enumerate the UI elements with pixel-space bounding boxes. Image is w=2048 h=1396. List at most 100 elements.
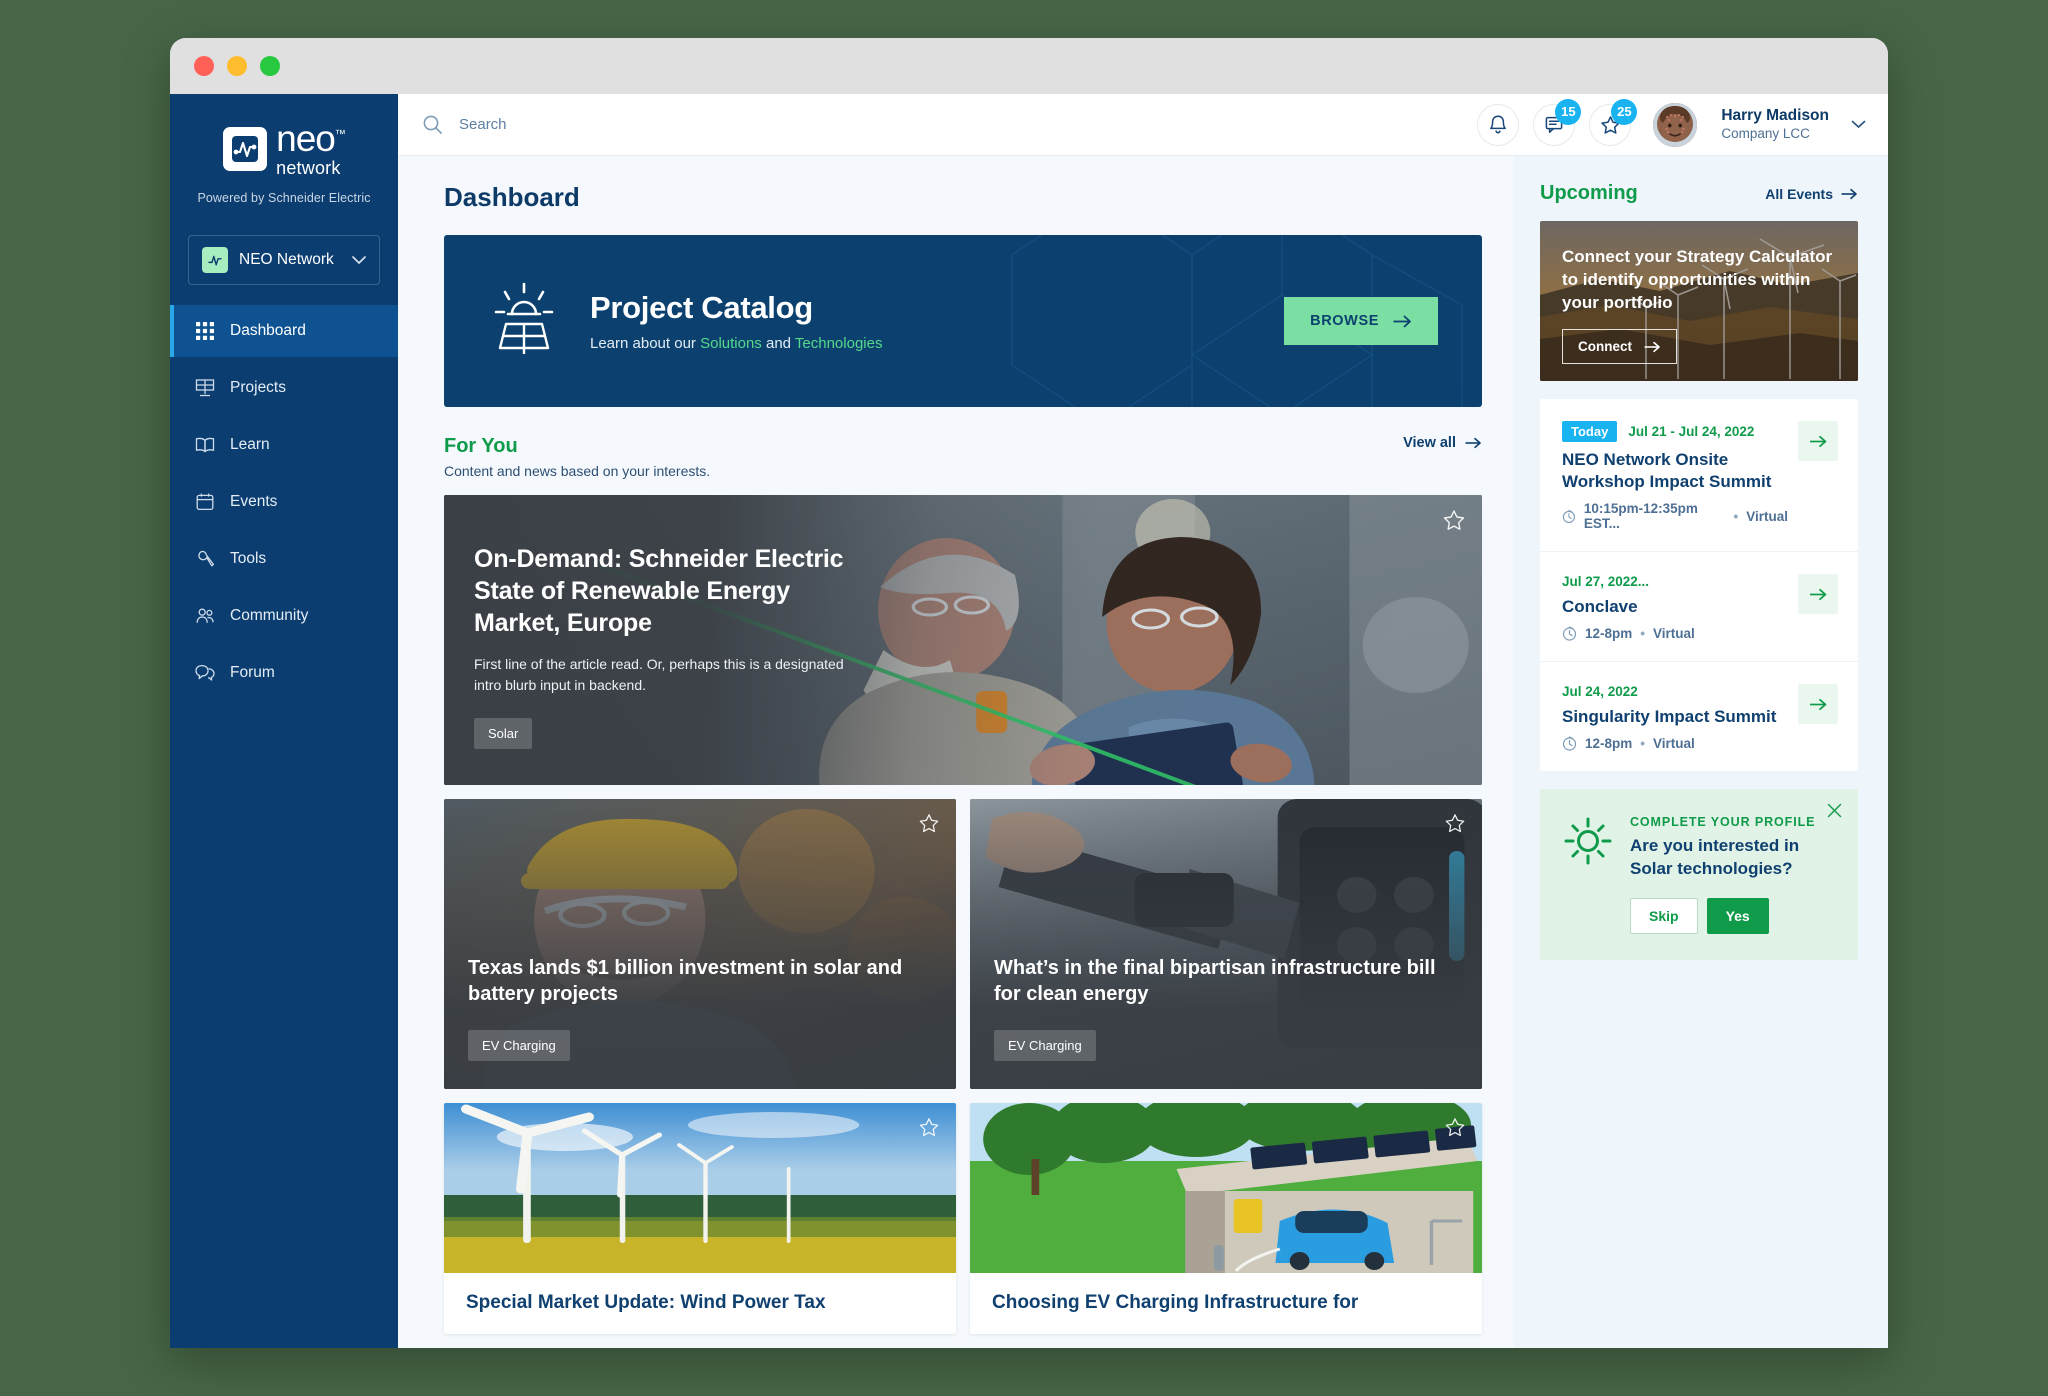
article-card[interactable]: Special Market Update: Wind Power Tax xyxy=(444,1103,956,1334)
promo-text-block: Connect your Strategy Calculator to iden… xyxy=(1562,245,1840,365)
event-item[interactable]: Jul 24, 2022 Singularity Impact Summit 1… xyxy=(1540,662,1858,771)
article-bookmark-button[interactable] xyxy=(1444,1117,1466,1143)
sidebar-item-events[interactable]: Events xyxy=(170,476,398,528)
sidebar-item-tools[interactable]: Tools xyxy=(170,533,398,585)
browse-button[interactable]: BROWSE xyxy=(1284,297,1438,345)
logo[interactable]: neo™ network xyxy=(180,120,388,177)
sidebar-item-forum[interactable]: Forum xyxy=(170,647,398,699)
event-location: Virtual xyxy=(1653,736,1695,752)
article-text-block: Choosing EV Charging Infrastructure for xyxy=(970,1273,1482,1334)
clock-icon xyxy=(1562,736,1577,751)
avatar[interactable] xyxy=(1653,102,1698,147)
event-separator: • xyxy=(1733,508,1739,524)
all-events-link[interactable]: All Events xyxy=(1765,186,1858,202)
arrow-right-icon xyxy=(1393,315,1411,327)
wrench-icon xyxy=(194,548,216,570)
user-menu-chevron-down-icon[interactable] xyxy=(1851,120,1866,129)
event-go-button[interactable] xyxy=(1798,574,1838,615)
event-go-button[interactable] xyxy=(1798,684,1838,725)
article-text-block: What’s in the final bipartisan infrastru… xyxy=(994,955,1442,1061)
event-item[interactable]: Today Jul 21 - Jul 24, 2022 NEO Network … xyxy=(1540,399,1858,553)
event-location: Virtual xyxy=(1746,508,1788,524)
sidebar-item-community[interactable]: Community xyxy=(170,590,398,642)
event-date-row: Jul 24, 2022 xyxy=(1562,684,1788,699)
arrow-right-icon xyxy=(1809,698,1826,710)
article-title: Choosing EV Charging Infrastructure for xyxy=(992,1292,1359,1313)
event-name: NEO Network Onsite Workshop Impact Summi… xyxy=(1562,450,1772,492)
network-selector[interactable]: NEO Network xyxy=(188,235,380,285)
hero-text-block: On-Demand: Schneider Electric State of R… xyxy=(474,543,844,749)
dashboard-content: Dashboard Project Catalog Learn about ou… xyxy=(398,156,1514,1348)
powered-by-text: Powered by Schneider Electric xyxy=(197,191,371,205)
arrow-right-icon xyxy=(1809,588,1826,600)
messages-button[interactable]: 15 xyxy=(1533,98,1582,146)
for-you-subtitle: Content and news based on your interests… xyxy=(444,463,711,479)
browse-button-label: BROWSE xyxy=(1310,313,1379,329)
neo-logo-mark-icon xyxy=(223,126,268,171)
article-title: Texas lands $1 billion investment in sol… xyxy=(468,956,903,1006)
window-titlebar xyxy=(170,38,1888,94)
notifications-button[interactable] xyxy=(1477,103,1520,146)
grid-icon xyxy=(194,320,216,342)
app-window: neo™ network Powered by Schneider Electr… xyxy=(170,38,1888,1348)
article-bookmark-button[interactable] xyxy=(918,1117,940,1143)
event-meta: 10:15pm-12:35pm EST... • Virtual xyxy=(1562,501,1788,531)
strategy-calculator-promo[interactable]: Connect your Strategy Calculator to iden… xyxy=(1540,221,1858,381)
arrow-right-icon xyxy=(1809,435,1826,447)
hero-article-card[interactable]: On-Demand: Schneider Electric State of R… xyxy=(444,495,1482,785)
logo-tm: ™ xyxy=(334,128,346,141)
profile-prompt-label: COMPLETE YOUR PROFILE xyxy=(1630,815,1816,830)
search-container[interactable] xyxy=(422,114,1477,135)
clock-icon xyxy=(1562,509,1575,523)
sidebar-item-label: Learn xyxy=(230,436,270,453)
messages-badge: 15 xyxy=(1555,98,1582,125)
technologies-link[interactable]: Technologies xyxy=(795,335,883,352)
event-time: 12-8pm xyxy=(1585,626,1633,642)
connect-button[interactable]: Connect xyxy=(1562,329,1677,365)
hero-tag: Solar xyxy=(474,718,533,749)
article-card[interactable]: What’s in the final bipartisan infrastru… xyxy=(970,799,1482,1089)
event-go-button[interactable] xyxy=(1798,421,1838,461)
sidebar-item-learn[interactable]: Learn xyxy=(170,419,398,471)
solutions-link[interactable]: Solutions xyxy=(700,335,762,352)
arrow-right-icon xyxy=(1841,188,1857,199)
article-bookmark-button[interactable] xyxy=(1444,813,1466,839)
favorites-button[interactable]: 25 xyxy=(1589,98,1638,146)
event-location: Virtual xyxy=(1653,626,1695,642)
article-card[interactable]: Texas lands $1 billion investment in sol… xyxy=(444,799,956,1089)
user-info[interactable]: Harry Madison Company LCC xyxy=(1721,106,1829,142)
search-input[interactable] xyxy=(459,116,779,133)
article-bookmark-button[interactable] xyxy=(918,813,940,839)
article-card-photo xyxy=(444,1103,956,1273)
network-badge-icon xyxy=(202,247,228,273)
sidebar-item-label: Dashboard xyxy=(230,322,306,339)
close-icon xyxy=(1827,804,1842,818)
event-name: Conclave xyxy=(1562,597,1638,617)
left-sidebar: neo™ network Powered by Schneider Electr… xyxy=(170,94,398,1348)
close-profile-card-button[interactable] xyxy=(1827,803,1842,823)
yes-button[interactable]: Yes xyxy=(1706,898,1769,935)
banner-text-block: Project Catalog Learn about our Solution… xyxy=(590,290,882,352)
event-date: Jul 27, 2022... xyxy=(1562,574,1650,590)
view-all-link[interactable]: View all xyxy=(1403,435,1482,451)
skip-button[interactable]: Skip xyxy=(1630,898,1698,935)
star-outline-icon xyxy=(1445,1118,1465,1137)
article-tag: EV Charging xyxy=(994,1030,1096,1061)
maximize-window-button[interactable] xyxy=(260,56,280,76)
minimize-window-button[interactable] xyxy=(227,56,247,76)
network-selector-label: NEO Network xyxy=(239,251,334,268)
event-time: 12-8pm xyxy=(1585,736,1633,752)
event-item[interactable]: Jul 27, 2022... Conclave 12-8pm • Virtua… xyxy=(1540,552,1858,663)
bell-icon xyxy=(1490,115,1507,134)
hero-bookmark-button[interactable] xyxy=(1442,509,1466,537)
close-window-button[interactable] xyxy=(194,56,214,76)
sidebar-item-dashboard[interactable]: Dashboard xyxy=(170,305,398,357)
upcoming-header: Upcoming All Events xyxy=(1540,182,1858,205)
event-date: Jul 21 - Jul 24, 2022 xyxy=(1628,424,1755,439)
main-area: 15 25 xyxy=(398,94,1888,1348)
article-card[interactable]: Choosing EV Charging Infrastructure for xyxy=(970,1103,1482,1334)
hero-blurb: First line of the article read. Or, perh… xyxy=(474,656,844,693)
sidebar-item-label: Events xyxy=(230,493,278,510)
event-meta: 12-8pm • Virtual xyxy=(1562,736,1788,751)
sidebar-item-projects[interactable]: Projects xyxy=(170,362,398,414)
